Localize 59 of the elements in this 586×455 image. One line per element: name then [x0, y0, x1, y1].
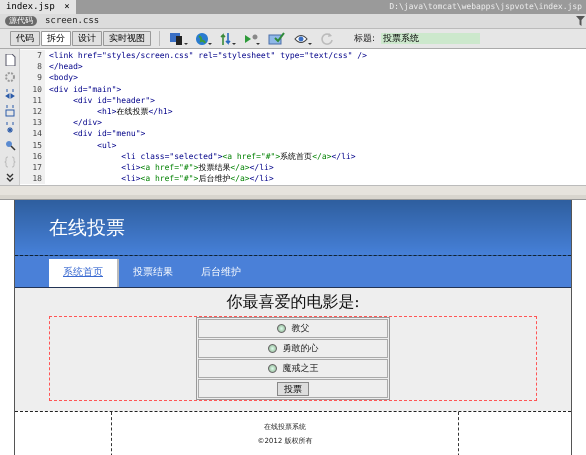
collapse-selection-icon[interactable]: [4, 105, 16, 117]
view-button[interactable]: 拆分: [41, 31, 71, 46]
code-line: <body>: [48, 72, 78, 84]
filter-icon[interactable]: [576, 16, 585, 26]
code-line: </div>: [72, 117, 102, 128]
code-line: <div id="header">: [72, 94, 155, 106]
option-label: 勇敢的心: [282, 344, 318, 354]
line-number: 14: [20, 128, 45, 140]
line-number: 17: [20, 162, 45, 174]
question-heading: 你最喜爱的电影是:: [225, 292, 361, 313]
file-path: D:\java\tomcat\webapps\jspvote\index.jsp: [389, 1, 583, 13]
line-number: 12: [20, 106, 45, 118]
code-line: <li class="selected"><a href="#">系统首页</a></li>: [120, 150, 356, 162]
line-number: 16: [20, 150, 45, 162]
view-button[interactable]: 设计: [72, 31, 102, 46]
transfer-arrows-icon[interactable]: [220, 32, 236, 46]
option-label: 教父: [292, 324, 310, 334]
play-icon[interactable]: [244, 32, 260, 46]
code-line: <ul>: [96, 140, 116, 151]
radio-button[interactable]: [276, 324, 286, 334]
code-line: <li><a href="#">投票结果</a></li>: [120, 162, 274, 174]
view-button[interactable]: 实时视图: [103, 31, 151, 46]
line-number: 15: [20, 140, 45, 151]
radio-button[interactable]: [268, 344, 276, 354]
title-field[interactable]: 投票系统: [381, 33, 480, 44]
site-title: 在线投票: [49, 216, 125, 240]
menu-link[interactable]: 后台维护: [187, 259, 255, 287]
line-number: 8: [20, 61, 45, 72]
chevron-down-icon[interactable]: [4, 173, 14, 183]
code-line: <h1>在线投票</h1>: [96, 106, 173, 118]
related-file-link[interactable]: screen.css: [45, 16, 100, 26]
select-parent-icon[interactable]: [4, 139, 16, 151]
line-number: 13: [20, 117, 45, 128]
line-number: 7: [20, 50, 45, 62]
option-label: 魔戒之王: [282, 364, 318, 374]
document-tab[interactable]: index.jsp ×: [0, 0, 76, 14]
title-label: 标题:: [354, 32, 376, 45]
code-line: <li><a href="#">后台维护</a></li>: [120, 173, 274, 184]
document-icon[interactable]: [4, 54, 16, 66]
code-line: </head>: [48, 61, 83, 72]
code-line: <div id="menu">: [72, 128, 146, 140]
horizontal-scrollbar[interactable]: [0, 185, 586, 195]
devices-icon[interactable]: [170, 32, 188, 46]
radio-button[interactable]: [268, 364, 276, 374]
line-number: 9: [20, 72, 45, 84]
line-number: 18: [20, 173, 45, 184]
code-line: <link href="styles/screen.css" rel="stylesheet" type="text/css" />: [48, 50, 367, 62]
globe-icon[interactable]: [196, 32, 212, 46]
menu-link[interactable]: 投票结果: [119, 259, 187, 287]
expand-all-icon[interactable]: [4, 122, 16, 134]
collapse-tag-icon[interactable]: [4, 88, 16, 100]
source-code-button[interactable]: 源代码: [5, 16, 37, 26]
line-number: 10: [20, 84, 45, 95]
code-line: <div id="main">: [48, 84, 122, 95]
line-number: 11: [20, 94, 45, 106]
menu-link[interactable]: 系统首页: [49, 259, 119, 287]
checklist-icon[interactable]: [268, 32, 286, 46]
view-button[interactable]: 代码: [10, 31, 40, 46]
vote-button[interactable]: 投票: [277, 382, 309, 396]
